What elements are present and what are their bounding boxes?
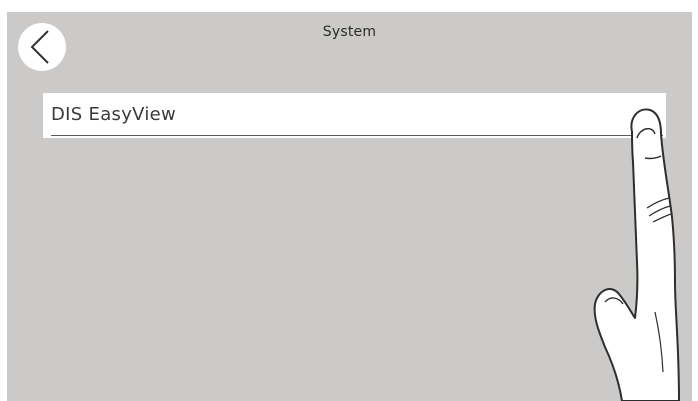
menu-item-divider bbox=[51, 135, 663, 136]
pointing-hand-icon bbox=[593, 108, 680, 401]
device-frame: System DIS EasyView bbox=[0, 0, 698, 401]
menu-item-label: DIS EasyView bbox=[51, 104, 177, 125]
page-title: System bbox=[322, 24, 377, 40]
system-screen: System DIS EasyView bbox=[7, 12, 692, 401]
menu-item-dis-easyview[interactable]: DIS EasyView bbox=[43, 93, 666, 138]
